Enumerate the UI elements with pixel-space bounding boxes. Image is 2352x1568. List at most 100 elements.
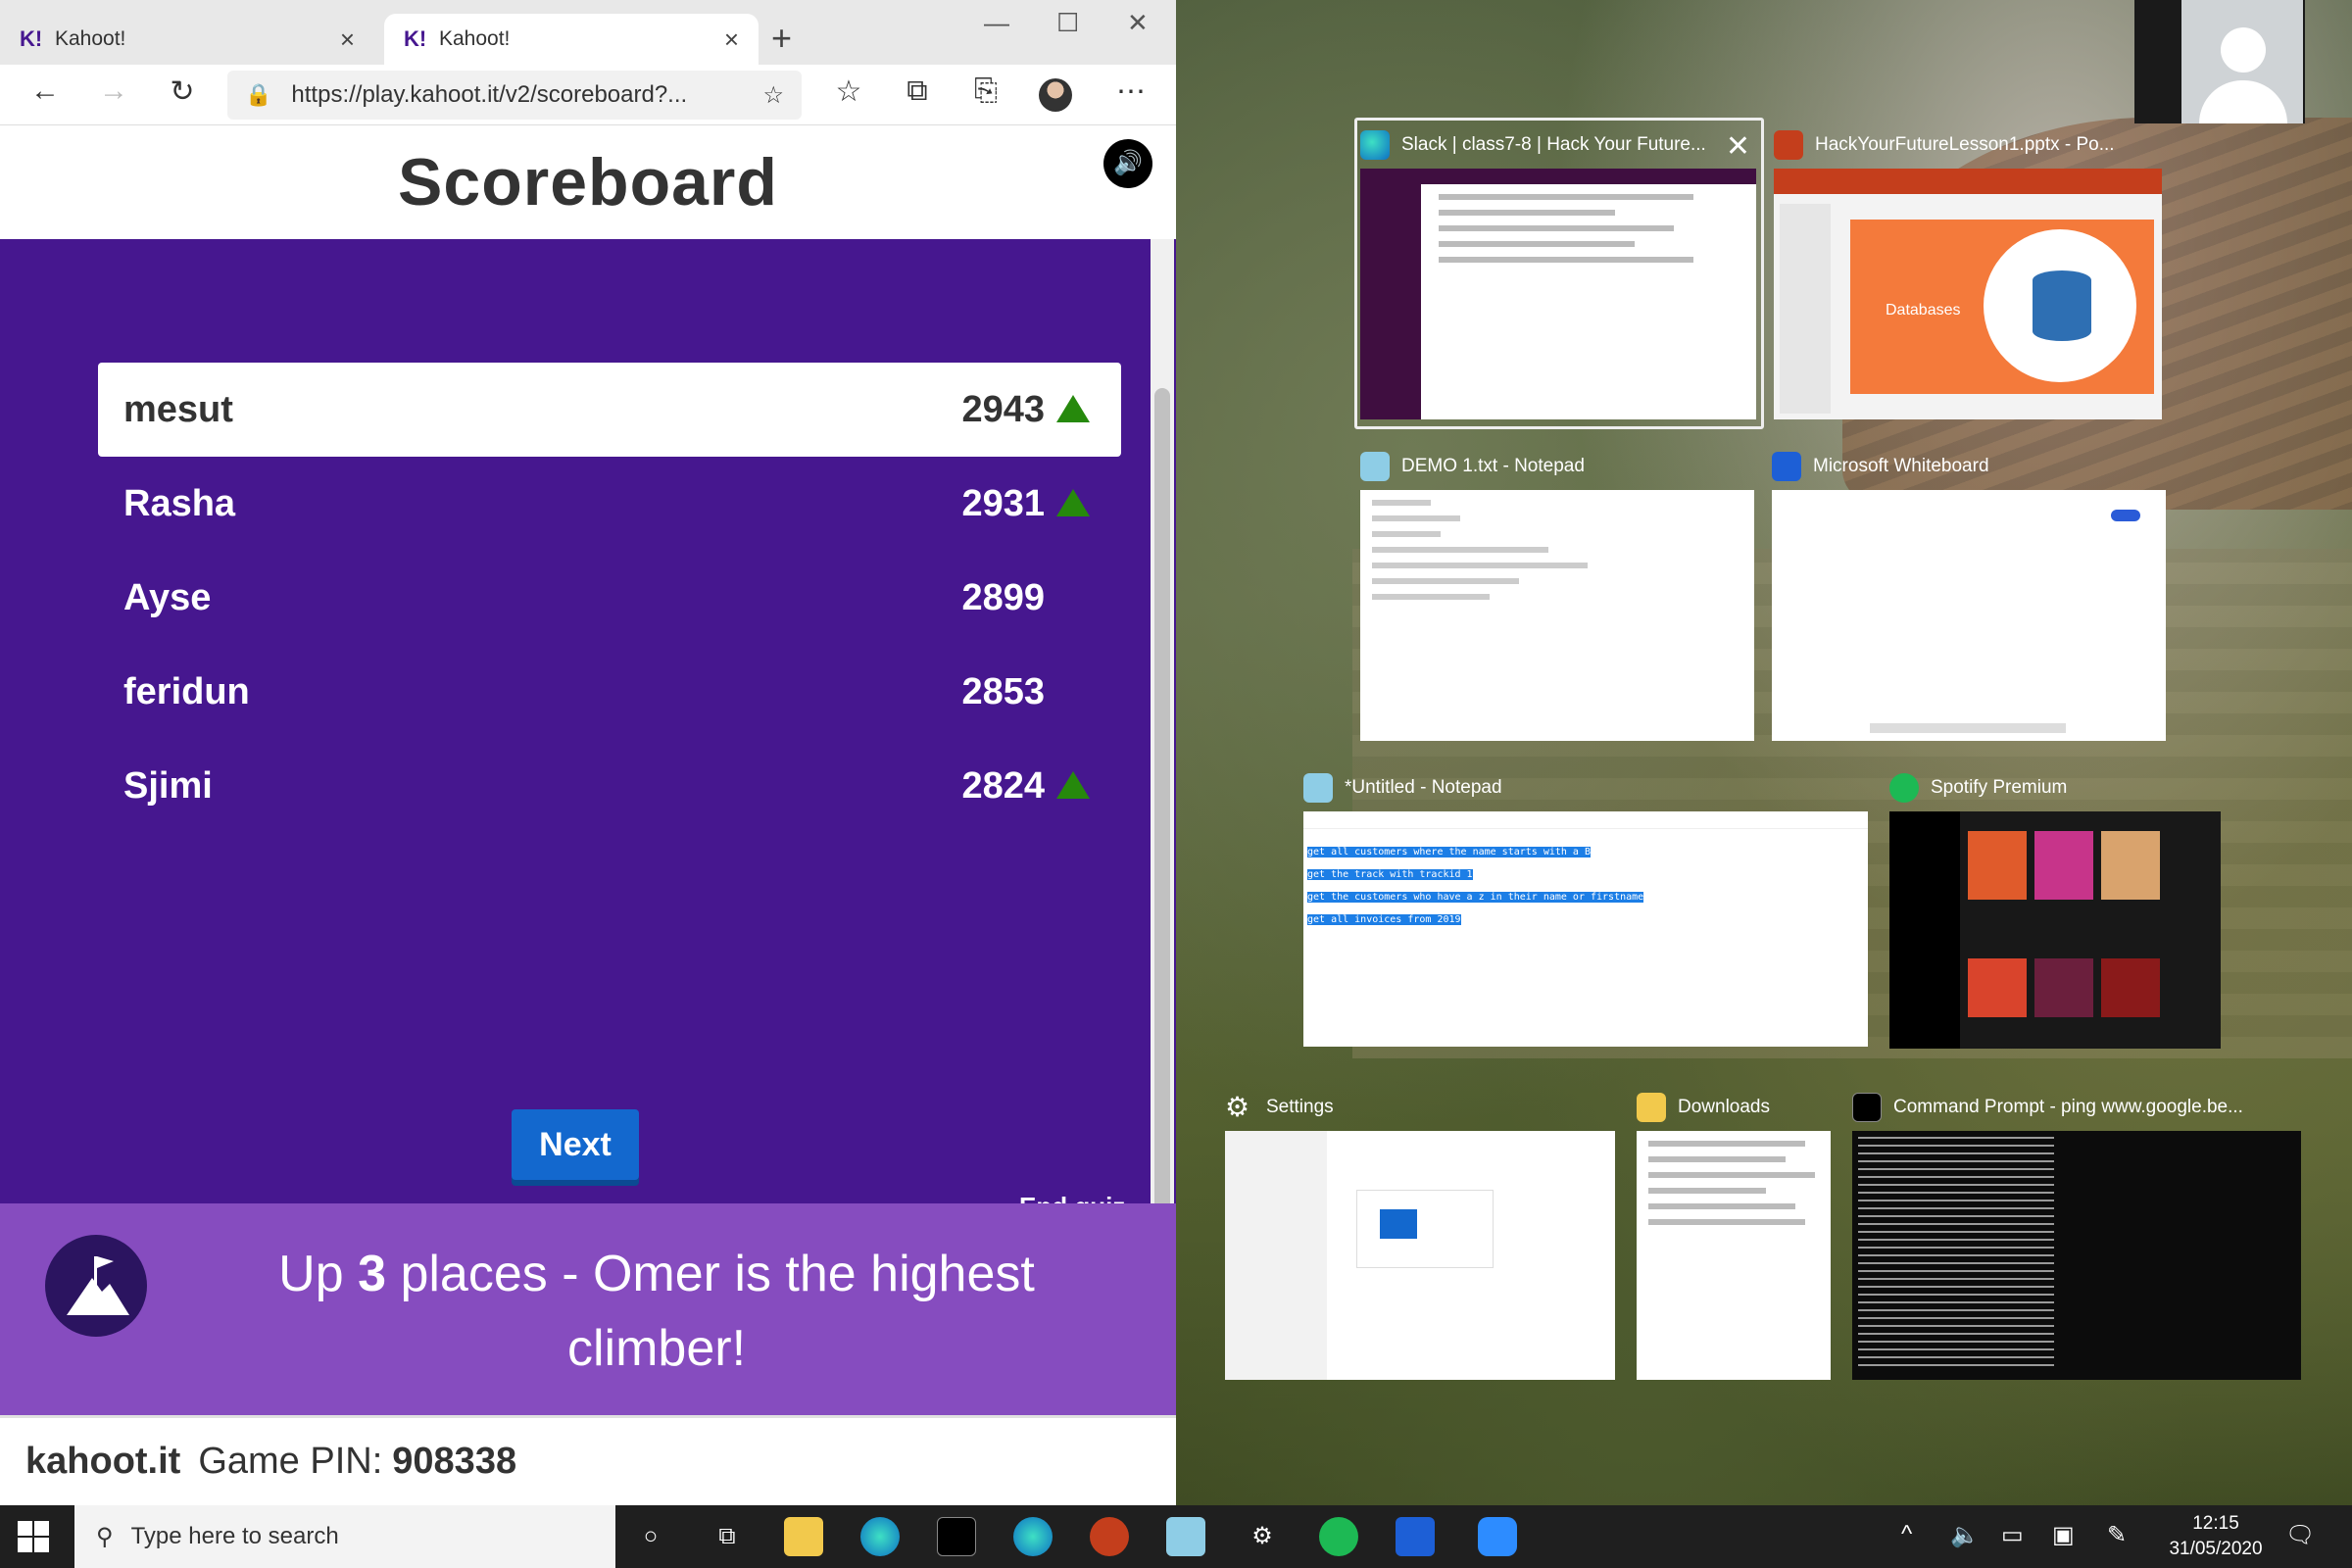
player-score: 2943 (961, 388, 1045, 430)
close-icon[interactable]: × (340, 24, 355, 55)
player-name: Rasha (123, 482, 236, 524)
whiteboard-icon (1772, 452, 1801, 481)
spotify-icon (1889, 773, 1919, 803)
address-bar[interactable]: 🔒 https://play.kahoot.it/v2/scoreboard?.… (227, 71, 802, 120)
system-clock[interactable]: 12:15 31/05/2020 (2162, 1511, 2270, 1562)
cortana-icon[interactable]: ○ (631, 1517, 670, 1556)
window-preview (1225, 1131, 1615, 1380)
close-icon[interactable]: ✕ (1726, 129, 1750, 164)
notepad-icon[interactable] (1166, 1517, 1205, 1556)
taskview-window-demo-notepad[interactable]: DEMO 1.txt - Notepad (1360, 447, 1756, 747)
maximize-button[interactable]: ☐ (1056, 8, 1079, 38)
gear-icon[interactable]: ⚙ (1243, 1517, 1282, 1556)
game-pin-footer: kahoot.it Game PIN: 908338 (0, 1415, 1176, 1505)
taskview-window-powerpoint[interactable]: HackYourFutureLesson1.pptx - Po... Datab… (1774, 125, 2166, 419)
pen-icon[interactable]: ✎ (2107, 1521, 2127, 1549)
window-preview (1360, 490, 1754, 741)
window-title: Command Prompt - ping www.google.be... (1893, 1097, 2243, 1117)
minimize-button[interactable]: — (984, 8, 1009, 38)
close-icon[interactable]: × (724, 24, 739, 55)
taskview-window-spotify[interactable]: Spotify Premium (1889, 768, 2223, 1049)
rank-up-icon (1056, 395, 1090, 422)
close-window-button[interactable]: ✕ (1127, 8, 1149, 38)
player-score: 2824 (961, 764, 1045, 807)
next-button[interactable]: Next (512, 1109, 639, 1180)
tab-title: Kahoot! (55, 27, 126, 50)
cmd-icon (1852, 1093, 1882, 1122)
tab-kahoot-2[interactable]: K! Kahoot! × (384, 14, 759, 65)
chevron-up-icon[interactable]: ^ (1901, 1521, 1912, 1548)
clock-time: 12:15 (2192, 1513, 2239, 1534)
search-placeholder: Type here to search (130, 1523, 339, 1549)
whiteboard-icon[interactable] (1396, 1517, 1435, 1556)
profile-avatar[interactable] (1039, 78, 1072, 112)
window-preview: Databases (1774, 169, 2162, 419)
player-name: Sjimi (123, 764, 213, 807)
file-explorer-icon[interactable] (784, 1517, 823, 1556)
scoreboard-header: Scoreboard 🔊 (0, 125, 1176, 239)
new-tab-button[interactable]: + (771, 18, 792, 59)
game-pin-value: 908338 (392, 1441, 517, 1482)
scoreboard-row: feridun 2853 (98, 645, 1121, 739)
browser-toolbar: ← → ↻ 🔒 https://play.kahoot.it/v2/scoreb… (0, 65, 1176, 125)
url-text: https://play.kahoot.it/v2/scoreboard?... (291, 81, 688, 108)
zoom-icon[interactable] (1478, 1517, 1517, 1556)
window-title: Settings (1266, 1097, 1334, 1117)
tab-title: Kahoot! (439, 27, 511, 50)
battery-icon[interactable]: ▭ (2001, 1521, 2024, 1549)
taskview-window-whiteboard[interactable]: Microsoft Whiteboard (1772, 447, 2166, 747)
notifications-icon[interactable]: 🗨 (2285, 1521, 2315, 1549)
window-preview (1360, 169, 1756, 419)
scoreboard-list: mesut 2943 Rasha 2931 Ayse 2899 feridun … (98, 363, 1121, 833)
collections-icon[interactable]: ⧉ (896, 74, 939, 108)
rank-up-icon (1056, 771, 1090, 799)
window-preview (1852, 1131, 2301, 1380)
window-preview (1889, 811, 2221, 1049)
window-title: Slack | class7-8 | Hack Your Future... (1401, 134, 1706, 155)
rank-up-icon (1056, 489, 1090, 516)
share-icon[interactable]: ⎘ (964, 74, 1007, 108)
browser-window: K! Kahoot! × K! Kahoot! × + — ☐ ✕ ← → ↻ … (0, 0, 1176, 1505)
window-title: Spotify Premium (1931, 777, 2068, 798)
network-icon[interactable]: ▣ (2052, 1521, 2075, 1549)
lock-icon: 🔒 (245, 82, 272, 107)
windows-start-icon[interactable] (18, 1521, 49, 1552)
star-icon[interactable]: ☆ (762, 81, 784, 110)
volume-icon[interactable]: 🔈 (1950, 1521, 1980, 1549)
clock-date: 31/05/2020 (2169, 1539, 2263, 1559)
terminal-icon[interactable] (937, 1517, 976, 1556)
edge-icon[interactable] (1013, 1517, 1053, 1556)
powerpoint-icon (1774, 130, 1803, 160)
edge-dev-icon[interactable] (860, 1517, 900, 1556)
taskview-window-downloads[interactable]: Downloads (1637, 1088, 1833, 1382)
refresh-icon[interactable]: ↻ (161, 74, 204, 109)
notepad-icon (1303, 773, 1333, 803)
favorites-icon[interactable]: ☆ (827, 74, 870, 109)
powerpoint-icon[interactable] (1090, 1517, 1129, 1556)
notepad-icon (1360, 452, 1390, 481)
folder-icon (1637, 1093, 1666, 1122)
taskbar-search[interactable]: ⚲ Type here to search (74, 1505, 615, 1568)
back-icon[interactable]: ← (24, 74, 67, 108)
sound-toggle-button[interactable]: 🔊 (1103, 139, 1152, 188)
tab-kahoot-1[interactable]: K! Kahoot! × (0, 14, 374, 65)
taskview-window-cmd[interactable]: Command Prompt - ping www.google.be... (1852, 1088, 2303, 1382)
scrollbar-thumb[interactable] (1154, 388, 1170, 1260)
site-name: kahoot.it (25, 1441, 181, 1482)
player-score: 2853 (961, 670, 1045, 712)
taskview-window-untitled-notepad[interactable]: *Untitled - Notepad get all customers wh… (1303, 768, 1868, 1049)
window-preview (1772, 490, 2166, 741)
taskview-window-slack[interactable]: Slack | class7-8 | Hack Your Future... ✕ (1360, 125, 1758, 419)
more-icon[interactable]: ⋯ (1109, 74, 1152, 109)
window-preview (1637, 1131, 1831, 1380)
spotify-icon[interactable] (1319, 1517, 1358, 1556)
gear-icon: ⚙ (1225, 1092, 1250, 1122)
forward-icon[interactable]: → (92, 74, 135, 108)
player-name: mesut (123, 388, 233, 430)
slide-title: Databases (1886, 302, 1961, 318)
taskview-window-settings[interactable]: ⚙ Settings (1225, 1088, 1617, 1382)
scoreboard-row: Rasha 2931 (98, 457, 1121, 551)
window-title: Downloads (1678, 1097, 1770, 1117)
scoreboard-row: Ayse 2899 (98, 551, 1121, 645)
task-view-icon[interactable]: ⧉ (708, 1517, 747, 1556)
